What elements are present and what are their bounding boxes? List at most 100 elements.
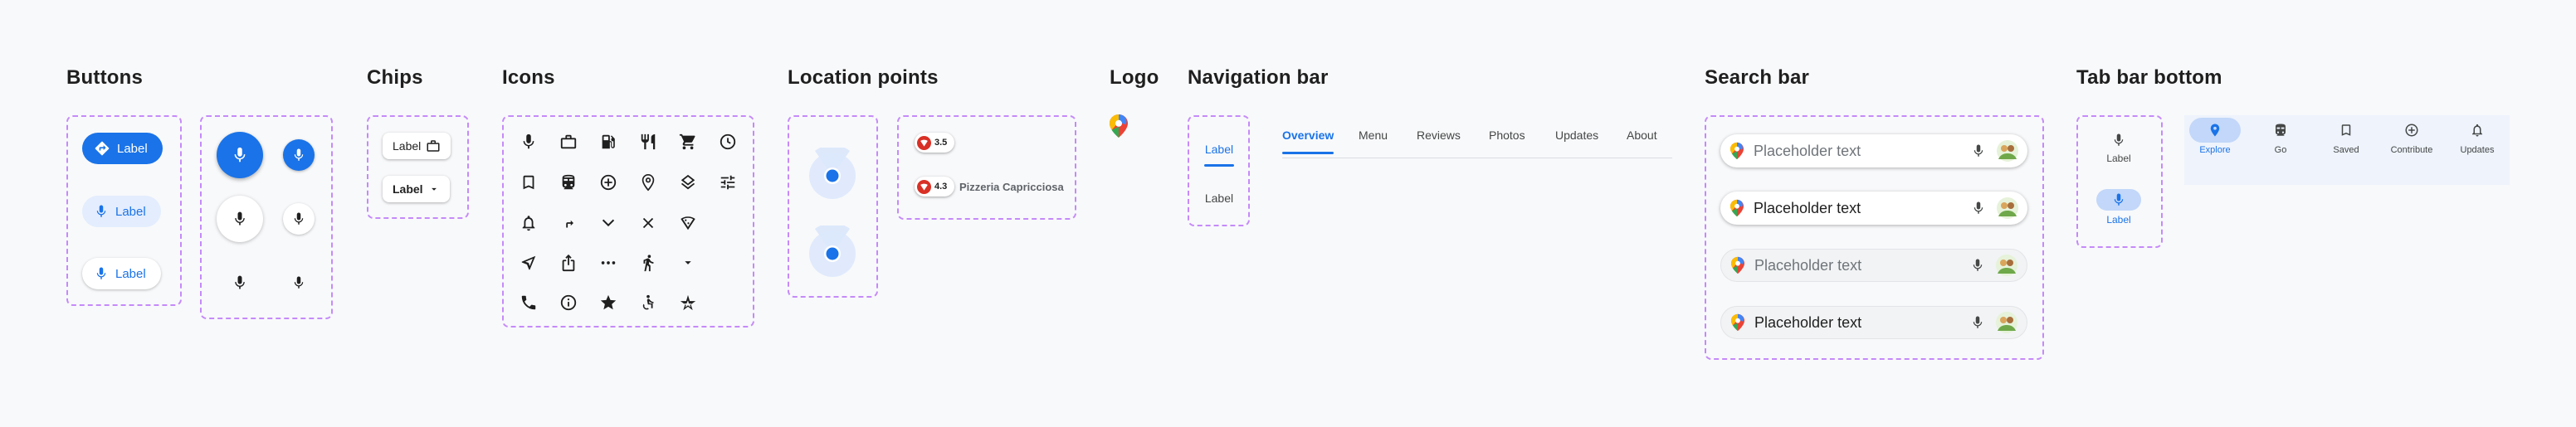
location-pin-icon (2189, 118, 2241, 143)
icons-group (502, 115, 754, 328)
microphone-icon[interactable] (1970, 315, 1985, 330)
location-dot (808, 226, 856, 279)
rating-pin-1[interactable]: 3.5 (915, 133, 954, 153)
star-rate-icon (679, 294, 697, 312)
tab-label: Updates (1555, 129, 1599, 142)
section-title-buttons: Buttons (66, 66, 144, 89)
fab-large-surface[interactable] (217, 196, 263, 242)
tab-label: Saved (2333, 145, 2359, 155)
section-title-search-bar: Search bar (1705, 66, 1810, 89)
search-bar-flat-filled[interactable]: Placeholder text (1720, 306, 2027, 339)
search-placeholder: Placeholder text (1754, 199, 1861, 216)
vertical-tab-item[interactable]: Label (2091, 133, 2146, 164)
search-bar-filled[interactable]: Placeholder text (1720, 192, 2027, 225)
fab-small-filled[interactable] (283, 139, 315, 171)
filled-button-label: Label (117, 141, 148, 156)
search-placeholder: Placeholder text (1754, 313, 1862, 331)
directions-icon (94, 140, 110, 157)
pizza-icon (679, 214, 697, 232)
location-dot-with-heading (808, 148, 856, 201)
vertical-nav-tab-active[interactable]: Label (1204, 143, 1234, 167)
microphone-icon[interactable] (1970, 258, 1985, 273)
avatar[interactable] (1996, 197, 2019, 220)
location-pin-icon (639, 173, 657, 192)
section-title-tab-bar-bottom: Tab bar bottom (2076, 66, 2222, 89)
microphone-icon[interactable] (1971, 143, 1986, 158)
microphone-icon[interactable] (1971, 201, 1986, 216)
microphone-icon (94, 204, 109, 219)
avatar[interactable] (1996, 139, 2019, 163)
tune-icon (719, 173, 737, 192)
tab-label: Updates (2460, 145, 2495, 155)
tab-menu[interactable]: Menu (1359, 129, 1388, 142)
icon-button-small[interactable] (289, 273, 309, 293)
outlined-button-label: Label (115, 266, 146, 281)
vertical-nav-tab[interactable]: Label (1204, 192, 1234, 205)
phone-icon (520, 294, 538, 312)
schedule-icon (719, 133, 737, 151)
section-title-navigation-bar: Navigation bar (1188, 66, 1329, 89)
google-maps-pin-icon (1730, 142, 1744, 160)
horizontal-tab-bar (1282, 126, 1672, 158)
microphone-icon (94, 266, 109, 281)
directions-transit-icon (2255, 118, 2306, 143)
tab-label: Overview (1282, 129, 1334, 142)
google-maps-logo-icon (1110, 114, 1129, 138)
tab-updates-bottom[interactable]: Updates (2452, 118, 2503, 155)
chip-dropdown[interactable]: Label (383, 176, 450, 202)
navigation-icon (520, 254, 538, 272)
outlined-voice-button[interactable]: Label (82, 258, 161, 289)
section-title-chips: Chips (367, 66, 423, 89)
tab-reviews[interactable]: Reviews (1417, 129, 1461, 142)
tab-contribute[interactable]: Contribute (2386, 118, 2437, 155)
section-title-location-points: Location points (788, 66, 939, 89)
shopping-cart-icon (679, 133, 697, 151)
tab-go[interactable]: Go (2255, 118, 2306, 155)
tonal-button-label: Label (115, 204, 146, 219)
fab-small-surface[interactable] (283, 203, 315, 235)
avatar[interactable] (1995, 311, 2018, 334)
tab-label: Explore (2199, 145, 2231, 155)
tab-explore[interactable]: Explore (2189, 118, 2241, 155)
rating-pin-2[interactable]: 4.3 Pizzeria Capricciosa (915, 177, 1064, 197)
pizza-marker-icon (917, 135, 931, 150)
layers-icon (679, 173, 697, 192)
microphone-icon (232, 211, 248, 227)
tab-photos[interactable]: Photos (1489, 129, 1525, 142)
tab-label: Menu (1359, 129, 1388, 142)
work-icon (559, 133, 578, 151)
microphone-icon (231, 146, 249, 164)
rating-value: 3.5 (934, 138, 948, 148)
add-circle-icon (599, 173, 617, 192)
tonal-voice-button[interactable]: Label (82, 196, 161, 227)
search-bar-flat[interactable]: Placeholder text (1720, 249, 2027, 282)
fab-large-filled[interactable] (217, 132, 263, 178)
vertical-tab-item-active[interactable]: Label (2091, 189, 2146, 226)
notifications-icon (2452, 118, 2503, 143)
bookmark-icon (520, 173, 538, 192)
filled-directions-button[interactable]: Label (82, 133, 163, 164)
vertical-tab-label: Label (2106, 153, 2131, 164)
tab-about[interactable]: About (1627, 129, 1657, 142)
section-title-logo: Logo (1110, 66, 1159, 89)
microphone-icon (291, 148, 306, 163)
search-bar-elevated[interactable]: Placeholder text (1720, 134, 2027, 167)
tab-overview[interactable]: Overview (1282, 129, 1334, 154)
icon-button-large[interactable] (230, 273, 250, 293)
chip-work[interactable]: Label (383, 133, 451, 159)
tab-updates[interactable]: Updates (1555, 129, 1598, 142)
notifications-icon (520, 214, 538, 232)
microphone-icon (291, 211, 306, 226)
directions-walk-icon (639, 254, 657, 272)
google-maps-pin-icon (1731, 313, 1744, 332)
tab-label: About (1627, 129, 1657, 142)
star-icon (599, 294, 617, 312)
work-icon (426, 138, 441, 153)
rating-pins-group (897, 115, 1076, 220)
avatar[interactable] (1995, 254, 2018, 277)
microphone-icon (520, 133, 538, 151)
dropdown-arrow-icon (428, 183, 440, 195)
chip-label: Label (393, 182, 423, 196)
accessible-icon (639, 294, 657, 312)
tab-saved[interactable]: Saved (2320, 118, 2372, 155)
